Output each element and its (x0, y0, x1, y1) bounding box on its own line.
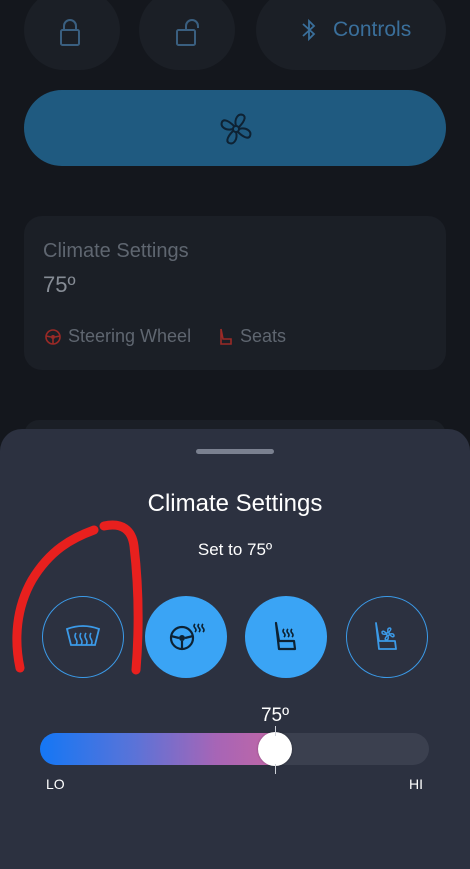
heated-seat-button[interactable] (245, 596, 327, 678)
annotation-marker (12, 520, 143, 675)
controls-label: Controls (333, 18, 412, 41)
sheet-title: Climate Settings (147, 490, 323, 517)
slider-max-label: HI (409, 776, 423, 792)
heated-steering-wheel-icon (169, 623, 205, 651)
sheet-drag-handle[interactable] (196, 449, 274, 454)
fan-button[interactable] (24, 90, 446, 166)
card-feature-label: Seats (240, 326, 287, 346)
slider-value-label: 75º (260, 705, 290, 726)
unlock-button[interactable] (139, 0, 235, 70)
bluetooth-icon (302, 18, 316, 42)
unlock-icon (176, 19, 199, 46)
slider-fill (40, 733, 275, 765)
steering-wheel-icon (45, 328, 61, 345)
card-feature-steering: Steering Wheel (44, 326, 191, 347)
ventilated-seat-button[interactable] (346, 596, 428, 678)
lock-icon (60, 19, 80, 46)
ventilated-seat-icon (375, 622, 397, 650)
card-feature-seats: Seats (216, 326, 286, 347)
card-feature-label: Steering Wheel (68, 326, 192, 346)
card-title: Climate Settings (43, 240, 189, 262)
card-temperature: 75º (43, 272, 76, 297)
slider-tick-top (275, 726, 276, 736)
fan-icon (220, 113, 252, 145)
temperature-slider[interactable] (40, 732, 429, 766)
heated-seat-icon (274, 621, 297, 651)
slider-thumb[interactable] (258, 732, 292, 766)
lock-button[interactable] (24, 0, 120, 70)
slider-min-label: LO (46, 776, 65, 792)
slider-tick-bottom (275, 764, 276, 774)
seat-icon (220, 328, 232, 345)
controls-button[interactable]: Controls (256, 0, 446, 70)
